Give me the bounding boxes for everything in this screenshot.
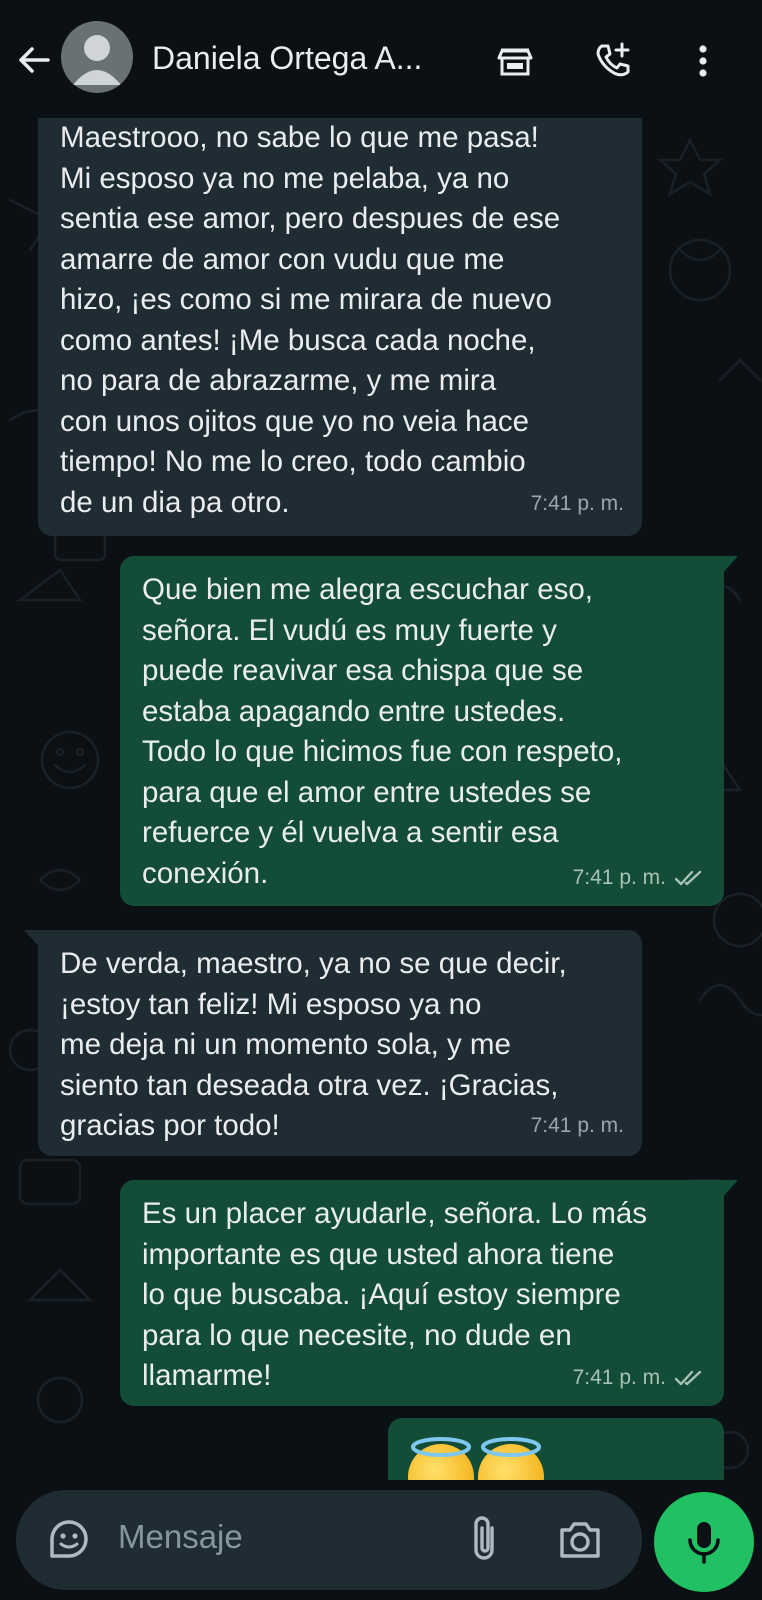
message-time: 7:41 p. m. (530, 1113, 624, 1137)
avatar[interactable] (61, 21, 133, 93)
message-input-bar[interactable]: Mensaje (16, 1490, 642, 1590)
default-avatar-icon (73, 35, 121, 85)
more-vertical-icon[interactable] (682, 40, 724, 82)
contact-name[interactable]: Daniela Ortega A... (152, 40, 452, 77)
message-text: Maestrooo, no sabe lo que me pasa! Mi es… (60, 121, 561, 519)
message-meta: 7:41 p. m. (531, 484, 624, 525)
message-time: 7:41 p. m. (572, 1365, 666, 1389)
message-outgoing[interactable]: Que bien me alegra escuchar eso, señora.… (120, 556, 738, 906)
camera-icon[interactable] (556, 1518, 604, 1562)
sticker-icon[interactable] (46, 1516, 92, 1562)
message-incoming[interactable]: De verda, maestro, ya no se que decir, ¡… (24, 930, 642, 1156)
message-time: 7:41 p. m. (572, 865, 666, 889)
message-meta: 7:41 p. m. (573, 1358, 706, 1399)
message-outgoing[interactable]: Es un placer ayudarle, señora. Lo más im… (120, 1180, 738, 1406)
message-outgoing-emoji[interactable] (388, 1418, 724, 1480)
bubble-tail (722, 1180, 738, 1198)
message-time: 7:41 p. m. (530, 491, 624, 515)
bubble-tail (24, 930, 40, 948)
back-arrow-icon[interactable] (14, 40, 54, 80)
add-call-icon[interactable] (592, 40, 634, 82)
store-icon[interactable] (494, 40, 536, 82)
message-text: Es un placer ayudarle, señora. Lo más im… (142, 1197, 648, 1392)
message-input[interactable]: Mensaje (118, 1518, 243, 1556)
mic-icon (688, 1522, 720, 1564)
chat-header: Daniela Ortega A... (0, 0, 762, 118)
message-text: De verda, maestro, ya no se que decir, ¡… (60, 947, 567, 1142)
voice-message-button[interactable] (654, 1492, 754, 1592)
message-meta: 7:41 p. m. (531, 1106, 624, 1147)
halo-rings (411, 1437, 541, 1457)
double-check-icon (674, 1370, 702, 1385)
attach-icon[interactable] (466, 1514, 502, 1564)
message-incoming[interactable]: Maestrooo, no sabe lo que me pasa! Mi es… (38, 96, 642, 536)
double-check-icon (674, 870, 702, 885)
bubble-tail (722, 556, 738, 574)
message-text: Que bien me alegra escuchar eso, señora.… (142, 573, 623, 890)
message-meta: 7:41 p. m. (573, 858, 706, 899)
